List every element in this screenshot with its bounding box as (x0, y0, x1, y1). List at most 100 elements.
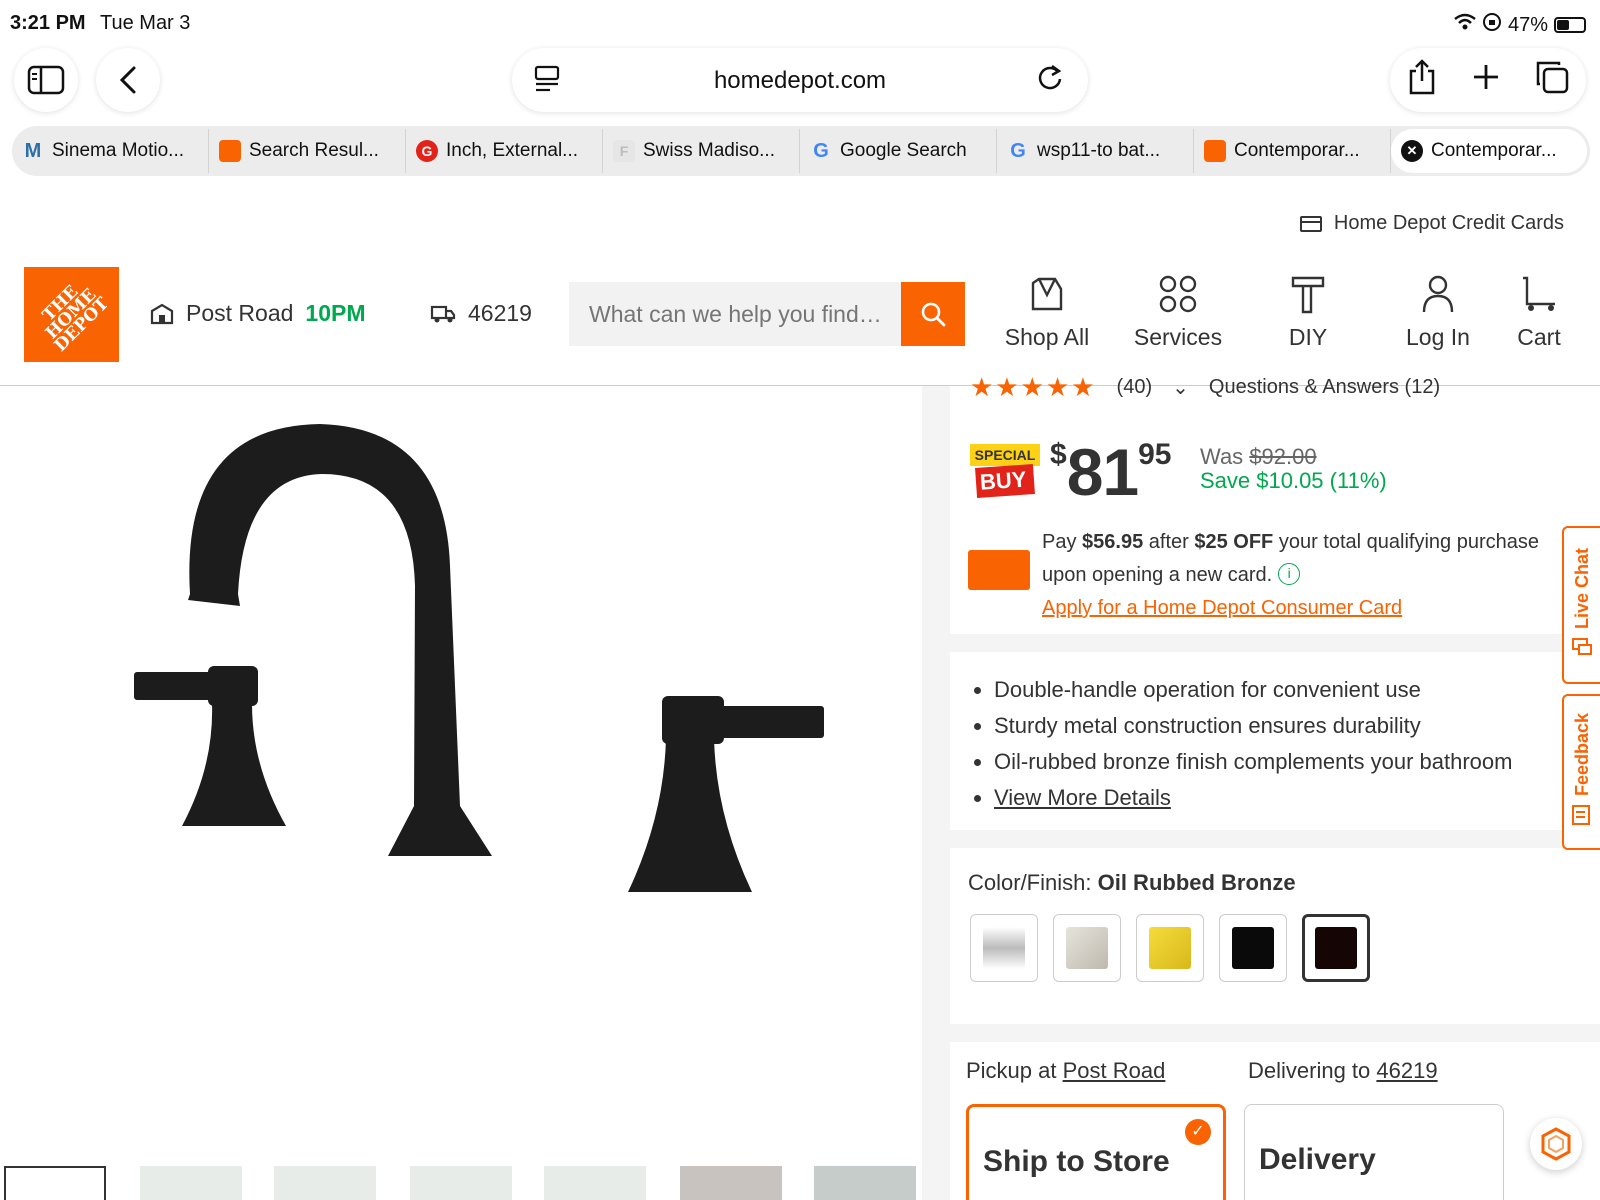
product-main-image[interactable] (0, 386, 922, 1166)
delivery-zip-link[interactable]: 46219 (1376, 1058, 1437, 1083)
browser-tab[interactable]: Search Resul... (209, 129, 406, 173)
orientation-lock-icon (1482, 12, 1502, 38)
browser-tab[interactable]: Contemporar... (1194, 129, 1391, 173)
option-title: Ship to Store (983, 1145, 1170, 1178)
swatch-fill (1315, 927, 1357, 969)
browser-tab[interactable]: Gwsp11-to bat... (997, 129, 1194, 173)
tab-label: Search Resul... (249, 140, 379, 161)
price-dollars: 81 (1066, 435, 1139, 509)
nav-shop-all[interactable]: Shop All (992, 272, 1102, 351)
nav-label: DIY (1288, 324, 1328, 350)
was-price: Was $92.00 (1200, 444, 1317, 470)
wifi-icon (1454, 13, 1476, 37)
user-icon (1383, 272, 1493, 316)
promo-rest: your total qualifying purchase (1278, 531, 1539, 553)
chevron-left-icon (119, 66, 136, 94)
live-chat-label: Live Chat (1571, 547, 1592, 630)
highlights-card: Double-handle operation for convenient u… (950, 652, 1600, 830)
sidebar-toggle-button[interactable] (14, 48, 78, 112)
apply-card-link[interactable]: Apply for a Home Depot Consumer Card (1042, 597, 1402, 619)
address-bar[interactable]: homedepot.com (512, 48, 1088, 112)
status-bar: 3:21 PM Tue Mar 3 47% (0, 0, 1600, 48)
live-chat-tab[interactable]: Live Chat (1562, 526, 1600, 684)
swatch-fill (1066, 927, 1108, 969)
qa-link[interactable]: Questions & Answers (12) (1209, 376, 1440, 399)
check-icon: ✓ (1185, 1119, 1211, 1145)
thumbnail[interactable] (140, 1166, 242, 1200)
star-rating-icon[interactable]: ★★★★★ (970, 372, 1097, 403)
info-icon[interactable]: i (1278, 563, 1301, 585)
home-depot-logo[interactable]: THE HOME DEPOT (24, 267, 119, 362)
promo-pay-amount: $56.95 (1082, 531, 1144, 553)
services-icon (1123, 272, 1233, 316)
swatch-matte-black[interactable] (1219, 914, 1287, 982)
tabs-overview-icon[interactable] (1535, 60, 1569, 101)
special-buy-badge: SPECIAL BUY (970, 444, 1040, 498)
rating-count[interactable]: (40) (1117, 376, 1153, 399)
assistant-button[interactable] (1530, 1118, 1582, 1170)
color-value: Oil Rubbed Bronze (1097, 870, 1296, 895)
price: $8195 (1050, 434, 1171, 510)
store-hours: 10PM (305, 300, 366, 326)
nav-label: Services (1133, 324, 1223, 350)
delivery-zip-selector[interactable]: 46219 (430, 300, 532, 327)
was-label: Was (1200, 444, 1244, 469)
ship-to-store-option[interactable]: ✓ Ship to Store (966, 1104, 1226, 1200)
new-tab-icon[interactable] (1472, 63, 1500, 98)
tab-label: Contemporar... (1234, 140, 1360, 161)
swatch-chrome[interactable] (970, 914, 1038, 982)
share-icon[interactable] (1407, 58, 1437, 102)
close-icon[interactable]: ✕ (1401, 140, 1423, 162)
thumbnail[interactable] (274, 1166, 376, 1200)
credit-cards-label: Home Depot Credit Cards (1333, 212, 1564, 234)
store-selector[interactable]: Post Road 10PM (150, 300, 366, 327)
highlight-item: View More Details (994, 780, 1512, 816)
swatch-oil-rubbed-bronze[interactable] (1302, 914, 1370, 982)
cart-icon (1484, 272, 1594, 316)
browser-tab[interactable]: F Swiss Madiso... (603, 129, 800, 173)
browser-tab-active[interactable]: ✕ Contemporar... (1391, 129, 1587, 173)
shop-all-icon (992, 272, 1102, 316)
tab-favicon: G (416, 140, 438, 162)
promo-text: Pay $56.95 after $25 OFF your total qual… (1042, 526, 1582, 625)
nav-services[interactable]: Services (1123, 272, 1233, 351)
nav-cart[interactable]: Cart (1484, 272, 1594, 351)
credit-cards-link[interactable]: Home Depot Credit Cards (1299, 212, 1564, 235)
chevron-down-icon: ⌄ (1172, 377, 1189, 399)
feedback-tab[interactable]: Feedback (1562, 694, 1600, 850)
thumbnail[interactable] (544, 1166, 646, 1200)
tab-label: Sinema Motio... (52, 140, 184, 161)
pickup-label: Pickup at Post Road (966, 1058, 1165, 1084)
badge-bottom: BUY (975, 464, 1035, 498)
sidebar-icon (27, 65, 65, 95)
back-button[interactable] (96, 48, 160, 112)
nav-log-in[interactable]: Log In (1383, 272, 1493, 351)
promo-pay: Pay (1042, 531, 1077, 553)
browser-toolbar: homedepot.com (0, 48, 1600, 118)
swatch-brushed-gold[interactable] (1136, 914, 1204, 982)
hammer-icon (1253, 272, 1363, 316)
rating-row: ★★★★★ (40) ⌄ Questions & Answers (12) (970, 372, 1440, 403)
browser-tab[interactable]: G Inch, External... (406, 129, 603, 173)
delivery-option[interactable]: Delivery (1244, 1104, 1504, 1200)
pickup-store-link[interactable]: Post Road (1063, 1058, 1166, 1083)
savings-text: Save $10.05 (11%) (1200, 468, 1387, 493)
view-more-details-link[interactable]: View More Details (994, 785, 1171, 810)
feedback-icon (1571, 804, 1593, 831)
search-button[interactable] (901, 282, 965, 346)
browser-tab[interactable]: M Sinema Motio... (12, 129, 209, 173)
thumbnail[interactable] (410, 1166, 512, 1200)
logo-text: THE HOME DEPOT (38, 281, 113, 356)
nav-diy[interactable]: DIY (1253, 272, 1363, 351)
promo-off-amount: $25 OFF (1194, 531, 1274, 553)
browser-tab[interactable]: G Google Search (800, 129, 997, 173)
tab-label: Google Search (840, 140, 967, 161)
thumbnail[interactable] (680, 1166, 782, 1200)
reload-icon[interactable] (1036, 62, 1064, 99)
thumbnail[interactable] (4, 1166, 106, 1200)
thumbnail[interactable] (814, 1166, 916, 1200)
home-depot-favicon (219, 140, 241, 162)
swatch-brushed-nickel[interactable] (1053, 914, 1121, 982)
pickup-prefix: Pickup at (966, 1058, 1057, 1083)
search-input[interactable] (569, 282, 901, 346)
